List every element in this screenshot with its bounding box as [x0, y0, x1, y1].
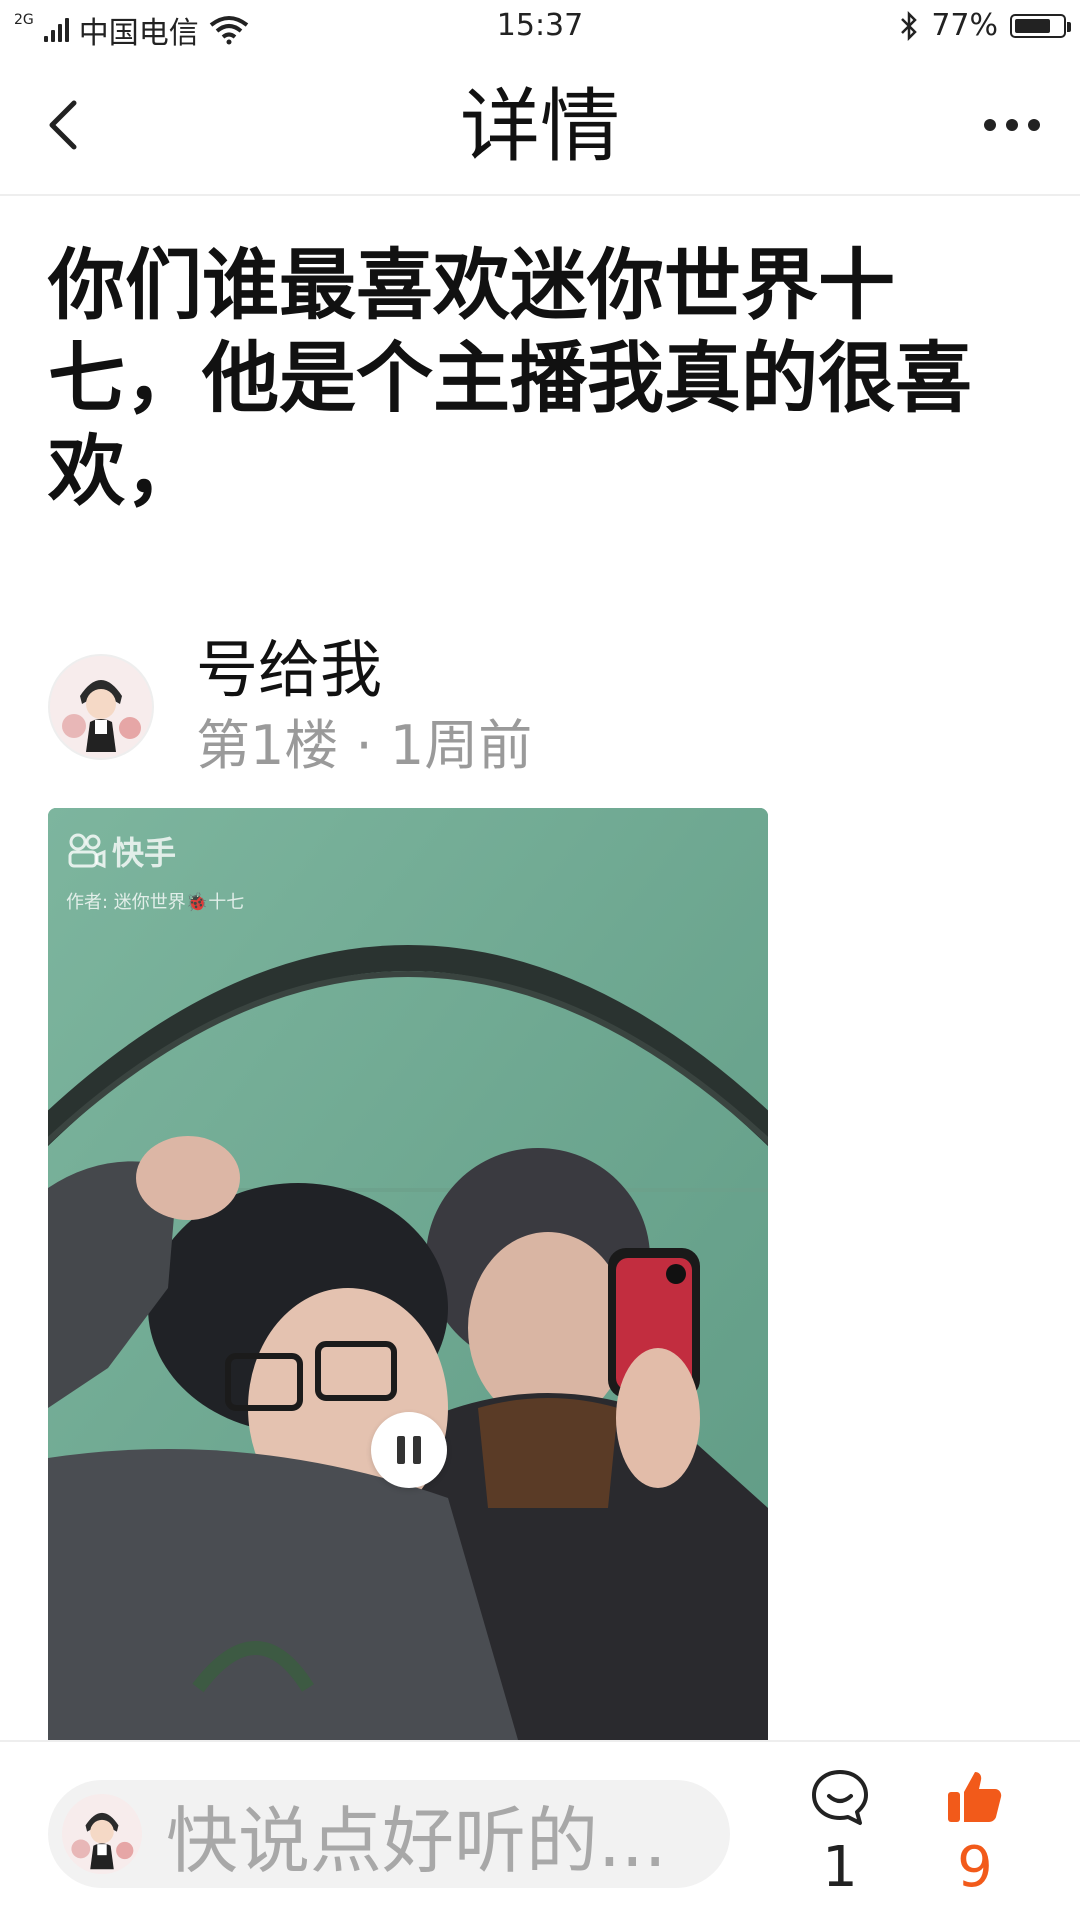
battery-icon: [1010, 13, 1071, 38]
comment-placeholder: 快说点好听的...: [166, 1798, 667, 1883]
author-avatar[interactable]: [48, 654, 154, 760]
comment-count: 1: [822, 1835, 858, 1900]
battery-percent: 77%: [931, 8, 998, 43]
more-dots-icon: [1006, 119, 1018, 131]
battery-fill: [1015, 18, 1050, 33]
comment-input[interactable]: 快说点好听的...: [48, 1780, 730, 1888]
watermark-brand: 快手: [66, 828, 244, 874]
post-meta: 第1楼 · 1周前: [196, 714, 533, 777]
status-bar: 2G 中国电信 15:37 77%: [0, 0, 1080, 56]
pause-button[interactable]: [371, 1412, 447, 1488]
status-right: 77%: [899, 8, 1071, 43]
more-dots-icon: [1028, 119, 1040, 131]
kuaishou-logo-icon: [68, 833, 106, 869]
avatar-illustration-icon: [50, 656, 152, 758]
like-button[interactable]: 9: [935, 1768, 1015, 1898]
pause-icon: [397, 1436, 405, 1464]
video-player[interactable]: 快手 作者: 迷你世界🐞十七: [48, 808, 768, 1740]
comment-button[interactable]: 1: [800, 1768, 880, 1898]
more-dots-icon: [984, 119, 996, 131]
nav-bar: 详情: [0, 56, 1080, 196]
user-avatar: [62, 1794, 142, 1874]
thumbs-up-icon: [948, 1772, 1002, 1822]
pause-icon: [413, 1436, 421, 1464]
author-name[interactable]: 号给我: [196, 634, 382, 706]
bluetooth-icon: [901, 10, 918, 41]
video-frame: [48, 808, 768, 1740]
watermark-brand-text: 快手: [112, 834, 177, 872]
watermark-author: 作者: 迷你世界🐞十七: [66, 892, 245, 913]
comment-bubble-icon: [812, 1770, 868, 1825]
like-count: 9: [957, 1835, 993, 1900]
post-title: 你们谁最喜欢迷你世界十七，他是个主播我真的很喜欢，: [48, 242, 972, 517]
avatar-illustration-icon: [62, 1794, 142, 1874]
video-watermark: 快手 作者: 迷你世界🐞十七: [66, 828, 244, 914]
page-title: 详情: [460, 80, 620, 173]
bottom-bar: 快说点好听的... 1 9: [0, 1740, 1080, 1922]
more-button[interactable]: [972, 100, 1052, 150]
